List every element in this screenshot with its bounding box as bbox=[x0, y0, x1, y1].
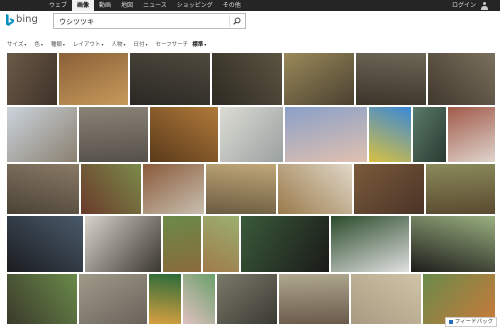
search-button[interactable] bbox=[229, 15, 244, 27]
filter-size[interactable]: サイズ▾ bbox=[7, 40, 26, 50]
image-result-thumbnail[interactable] bbox=[79, 107, 148, 162]
image-result-thumbnail[interactable] bbox=[351, 274, 421, 324]
image-result-thumbnail[interactable] bbox=[428, 53, 495, 105]
chevron-down-icon: ▾ bbox=[62, 42, 65, 47]
filter-type-label: 種類 bbox=[50, 42, 62, 48]
chevron-down-icon: ▾ bbox=[204, 42, 207, 47]
filter-size-label: サイズ bbox=[7, 42, 24, 48]
image-result-thumbnail[interactable] bbox=[413, 107, 446, 162]
image-result-thumbnail[interactable] bbox=[354, 164, 424, 214]
image-result-thumbnail[interactable] bbox=[59, 53, 128, 105]
bing-logo[interactable]: bing bbox=[6, 14, 38, 26]
image-result-thumbnail[interactable] bbox=[279, 274, 349, 324]
filter-color-label: 色 bbox=[34, 42, 40, 48]
nav-more[interactable]: その他 bbox=[218, 0, 246, 11]
image-result-thumbnail[interactable] bbox=[7, 164, 79, 214]
feedback-icon bbox=[448, 319, 453, 324]
filter-people-label: 人物 bbox=[111, 42, 123, 48]
chevron-down-icon: ▾ bbox=[123, 42, 126, 47]
chevron-down-icon: ▾ bbox=[40, 42, 43, 47]
filter-layout[interactable]: レイアウト▾ bbox=[73, 40, 104, 50]
image-result-thumbnail[interactable] bbox=[130, 53, 210, 105]
image-result-thumbnail[interactable] bbox=[163, 216, 201, 272]
feedback-label: フィードバック bbox=[454, 319, 494, 325]
filter-bar: サイズ▾ 色▾ 種類▾ レイアウト▾ 人物▾ 日付▾ セーフサーチ 標準▾ bbox=[7, 40, 214, 50]
filter-layout-label: レイアウト bbox=[72, 42, 101, 48]
image-result-thumbnail[interactable] bbox=[183, 274, 215, 324]
nav-maps[interactable]: 地図 bbox=[116, 0, 138, 11]
search-input[interactable] bbox=[59, 16, 219, 27]
nav-videos[interactable]: 動画 bbox=[94, 0, 116, 11]
image-result-thumbnail[interactable] bbox=[206, 164, 276, 214]
image-result-thumbnail[interactable] bbox=[7, 274, 77, 324]
image-result-thumbnail[interactable] bbox=[7, 107, 77, 162]
image-result-thumbnail[interactable] bbox=[331, 216, 409, 272]
image-result-thumbnail[interactable] bbox=[411, 216, 495, 272]
nav-images[interactable]: 画像 bbox=[72, 0, 95, 11]
image-result-thumbnail[interactable] bbox=[278, 164, 352, 214]
image-result-thumbnail[interactable] bbox=[81, 164, 141, 214]
filter-safesearch[interactable]: 標準▾ bbox=[192, 40, 206, 50]
image-result-thumbnail[interactable] bbox=[285, 107, 367, 162]
search-icon bbox=[233, 17, 241, 25]
image-result-thumbnail[interactable] bbox=[149, 274, 181, 324]
bing-logo-icon bbox=[6, 14, 14, 26]
image-result-thumbnail[interactable] bbox=[79, 274, 147, 324]
logo-text: bing bbox=[16, 14, 38, 25]
image-result-thumbnail[interactable] bbox=[203, 216, 239, 272]
filter-type[interactable]: 種類▾ bbox=[51, 40, 65, 50]
chevron-down-icon: ▾ bbox=[145, 42, 148, 47]
filter-date[interactable]: 日付▾ bbox=[133, 40, 147, 50]
filter-color[interactable]: 色▾ bbox=[34, 40, 43, 50]
nav-news[interactable]: ニュース bbox=[138, 0, 172, 11]
image-result-thumbnail[interactable] bbox=[212, 53, 282, 105]
filter-safesearch-value: 標準 bbox=[192, 42, 204, 48]
image-result-thumbnail[interactable] bbox=[217, 274, 277, 324]
image-result-thumbnail[interactable] bbox=[85, 216, 161, 272]
image-result-thumbnail[interactable] bbox=[241, 216, 329, 272]
feedback-button[interactable]: フィードバック bbox=[445, 317, 497, 327]
filter-people[interactable]: 人物▾ bbox=[111, 40, 125, 50]
image-result-thumbnail[interactable] bbox=[143, 164, 204, 214]
nav-web[interactable]: ウェブ bbox=[44, 0, 72, 11]
image-result-thumbnail[interactable] bbox=[220, 107, 283, 162]
search-box bbox=[53, 13, 246, 29]
filter-safesearch-label: セーフサーチ bbox=[155, 42, 189, 48]
image-result-thumbnail[interactable] bbox=[150, 107, 218, 162]
image-result-thumbnail[interactable] bbox=[369, 107, 411, 162]
sign-in-link[interactable]: ログイン bbox=[452, 0, 476, 11]
image-result-thumbnail[interactable] bbox=[7, 216, 83, 272]
user-icon[interactable] bbox=[481, 2, 488, 10]
top-nav-bar: ウェブ 画像 動画 地図 ニュース ショッピング その他 ログイン bbox=[0, 0, 500, 11]
image-result-thumbnail[interactable] bbox=[356, 53, 426, 105]
image-result-thumbnail[interactable] bbox=[426, 164, 495, 214]
image-result-thumbnail[interactable] bbox=[284, 53, 354, 105]
chevron-down-icon: ▾ bbox=[24, 42, 27, 47]
image-result-thumbnail[interactable] bbox=[448, 107, 495, 162]
filter-date-label: 日付 bbox=[133, 42, 145, 48]
chevron-down-icon: ▾ bbox=[101, 42, 104, 47]
nav-shopping[interactable]: ショッピング bbox=[172, 0, 218, 11]
vertical-nav: ウェブ 画像 動画 地図 ニュース ショッピング その他 bbox=[44, 0, 246, 11]
image-result-thumbnail[interactable] bbox=[7, 53, 57, 105]
